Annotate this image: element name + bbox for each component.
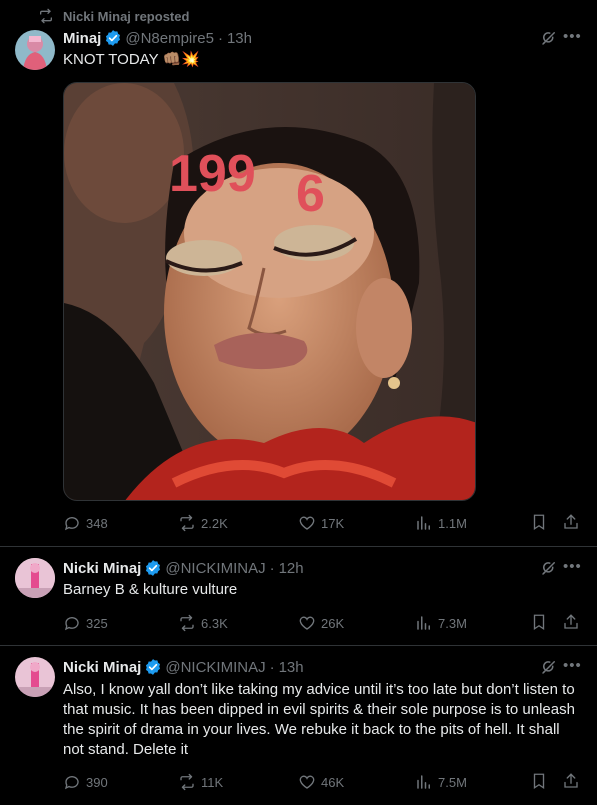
more-icon[interactable]: ••• (563, 658, 581, 677)
repost-icon (40, 8, 52, 24)
display-name[interactable]: Nicki Minaj (63, 659, 141, 676)
post-header: Minaj @N8empire5 · 13h (63, 28, 252, 48)
repost-button[interactable]: 2.2K (178, 513, 228, 533)
repost-button[interactable]: 6.3K (178, 613, 228, 633)
avatar-image (15, 30, 55, 70)
views-count: 1.1M (438, 515, 467, 531)
timestamp[interactable]: 13h (227, 30, 252, 47)
avatar[interactable] (15, 558, 55, 598)
reply-icon (64, 776, 79, 790)
reply-button[interactable]: 348 (63, 513, 108, 533)
reply-button[interactable]: 325 (63, 613, 108, 633)
more-icon[interactable]: ••• (563, 559, 581, 578)
more-icon[interactable]: ••• (563, 29, 581, 48)
separator: · (217, 29, 223, 47)
reply-button[interactable]: 390 (63, 772, 108, 792)
timestamp[interactable]: 13h (279, 659, 304, 676)
post-text: KNOT TODAY 👊🏽💥 (63, 51, 200, 68)
reply-count: 348 (86, 515, 108, 531)
post-header: Nicki Minaj @NICKIMINAJ · 12h (63, 558, 304, 578)
share-icon[interactable] (562, 613, 580, 631)
post-header: Nicki Minaj @NICKIMINAJ · 13h (63, 657, 304, 677)
action-bar: 348 2.2K 17K 1.1M (63, 513, 583, 533)
grok-icon[interactable] (540, 29, 558, 47)
repost-icon (180, 773, 194, 791)
verified-badge-icon (106, 30, 121, 46)
repost-button[interactable]: 11K (178, 772, 223, 792)
handle[interactable]: @NICKIMINAJ (165, 560, 265, 577)
repost-count: 2.2K (201, 515, 228, 531)
repost-icon (180, 614, 194, 632)
views-button[interactable]: 7.5M (415, 772, 467, 792)
timestamp[interactable]: 12h (279, 560, 304, 577)
avatar[interactable] (15, 657, 55, 697)
display-name[interactable]: Minaj (63, 30, 101, 47)
handle[interactable]: @NICKIMINAJ (165, 659, 265, 676)
like-button[interactable]: 17K (298, 513, 344, 533)
reply-count: 390 (86, 774, 108, 790)
display-name[interactable]: Nicki Minaj (63, 560, 141, 577)
post-text: Barney B & kulture vulture (63, 581, 238, 598)
action-bar: 325 6.3K 26K 7.3M (63, 613, 583, 633)
like-icon (299, 775, 315, 789)
views-button[interactable]: 1.1M (415, 513, 467, 533)
like-icon (299, 516, 315, 530)
share-icon[interactable] (562, 513, 580, 531)
avatar[interactable] (15, 30, 55, 70)
like-count: 46K (321, 774, 345, 790)
repost-count: 11K (201, 774, 224, 790)
views-button[interactable]: 7.3M (415, 613, 467, 633)
verified-badge-icon (146, 659, 161, 675)
post-photo: 199 6 (64, 83, 475, 500)
image-overlay-number-2: 6 (296, 165, 325, 223)
bookmark-icon[interactable] (530, 513, 548, 531)
repost-icon (180, 514, 194, 532)
repost-label: Nicki Minaj reposted (63, 8, 190, 24)
reply-icon (64, 617, 79, 631)
repost-count: 6.3K (201, 615, 228, 631)
post-2[interactable]: Nicki Minaj @NICKIMINAJ · 12h ••• Barney… (0, 547, 597, 645)
image-overlay-number: 199 (169, 145, 256, 203)
repost-indicator[interactable]: Nicki Minaj reposted (38, 7, 189, 25)
bookmark-icon[interactable] (530, 613, 548, 631)
verified-badge-icon (146, 560, 161, 576)
bookmark-icon[interactable] (530, 772, 548, 790)
avatar-image (15, 657, 55, 697)
like-button[interactable]: 26K (298, 613, 344, 633)
avatar-image (15, 558, 55, 598)
like-button[interactable]: 46K (298, 772, 344, 792)
reply-icon (64, 517, 79, 531)
views-icon (417, 516, 430, 530)
handle[interactable]: @N8empire5 (125, 30, 214, 47)
grok-icon[interactable] (540, 559, 558, 577)
reply-count: 325 (86, 615, 108, 631)
like-count: 17K (321, 515, 345, 531)
share-icon[interactable] (562, 772, 580, 790)
post-3[interactable]: Nicki Minaj @NICKIMINAJ · 13h ••• Also, … (0, 646, 597, 805)
post-image[interactable]: 199 6 (63, 82, 476, 501)
views-count: 7.5M (438, 774, 467, 790)
post-1[interactable]: Nicki Minaj reposted Minaj @N8empire5 · … (0, 0, 597, 546)
views-icon (417, 775, 430, 789)
post-text: Also, I know yall don’t like taking my a… (63, 681, 575, 758)
like-icon (299, 616, 315, 630)
separator: · (269, 559, 275, 577)
action-bar: 390 11K 46K 7.5M (63, 772, 583, 792)
grok-icon[interactable] (540, 658, 558, 676)
views-icon (417, 616, 430, 630)
like-count: 26K (321, 615, 345, 631)
views-count: 7.3M (438, 615, 467, 631)
separator: · (269, 658, 275, 676)
